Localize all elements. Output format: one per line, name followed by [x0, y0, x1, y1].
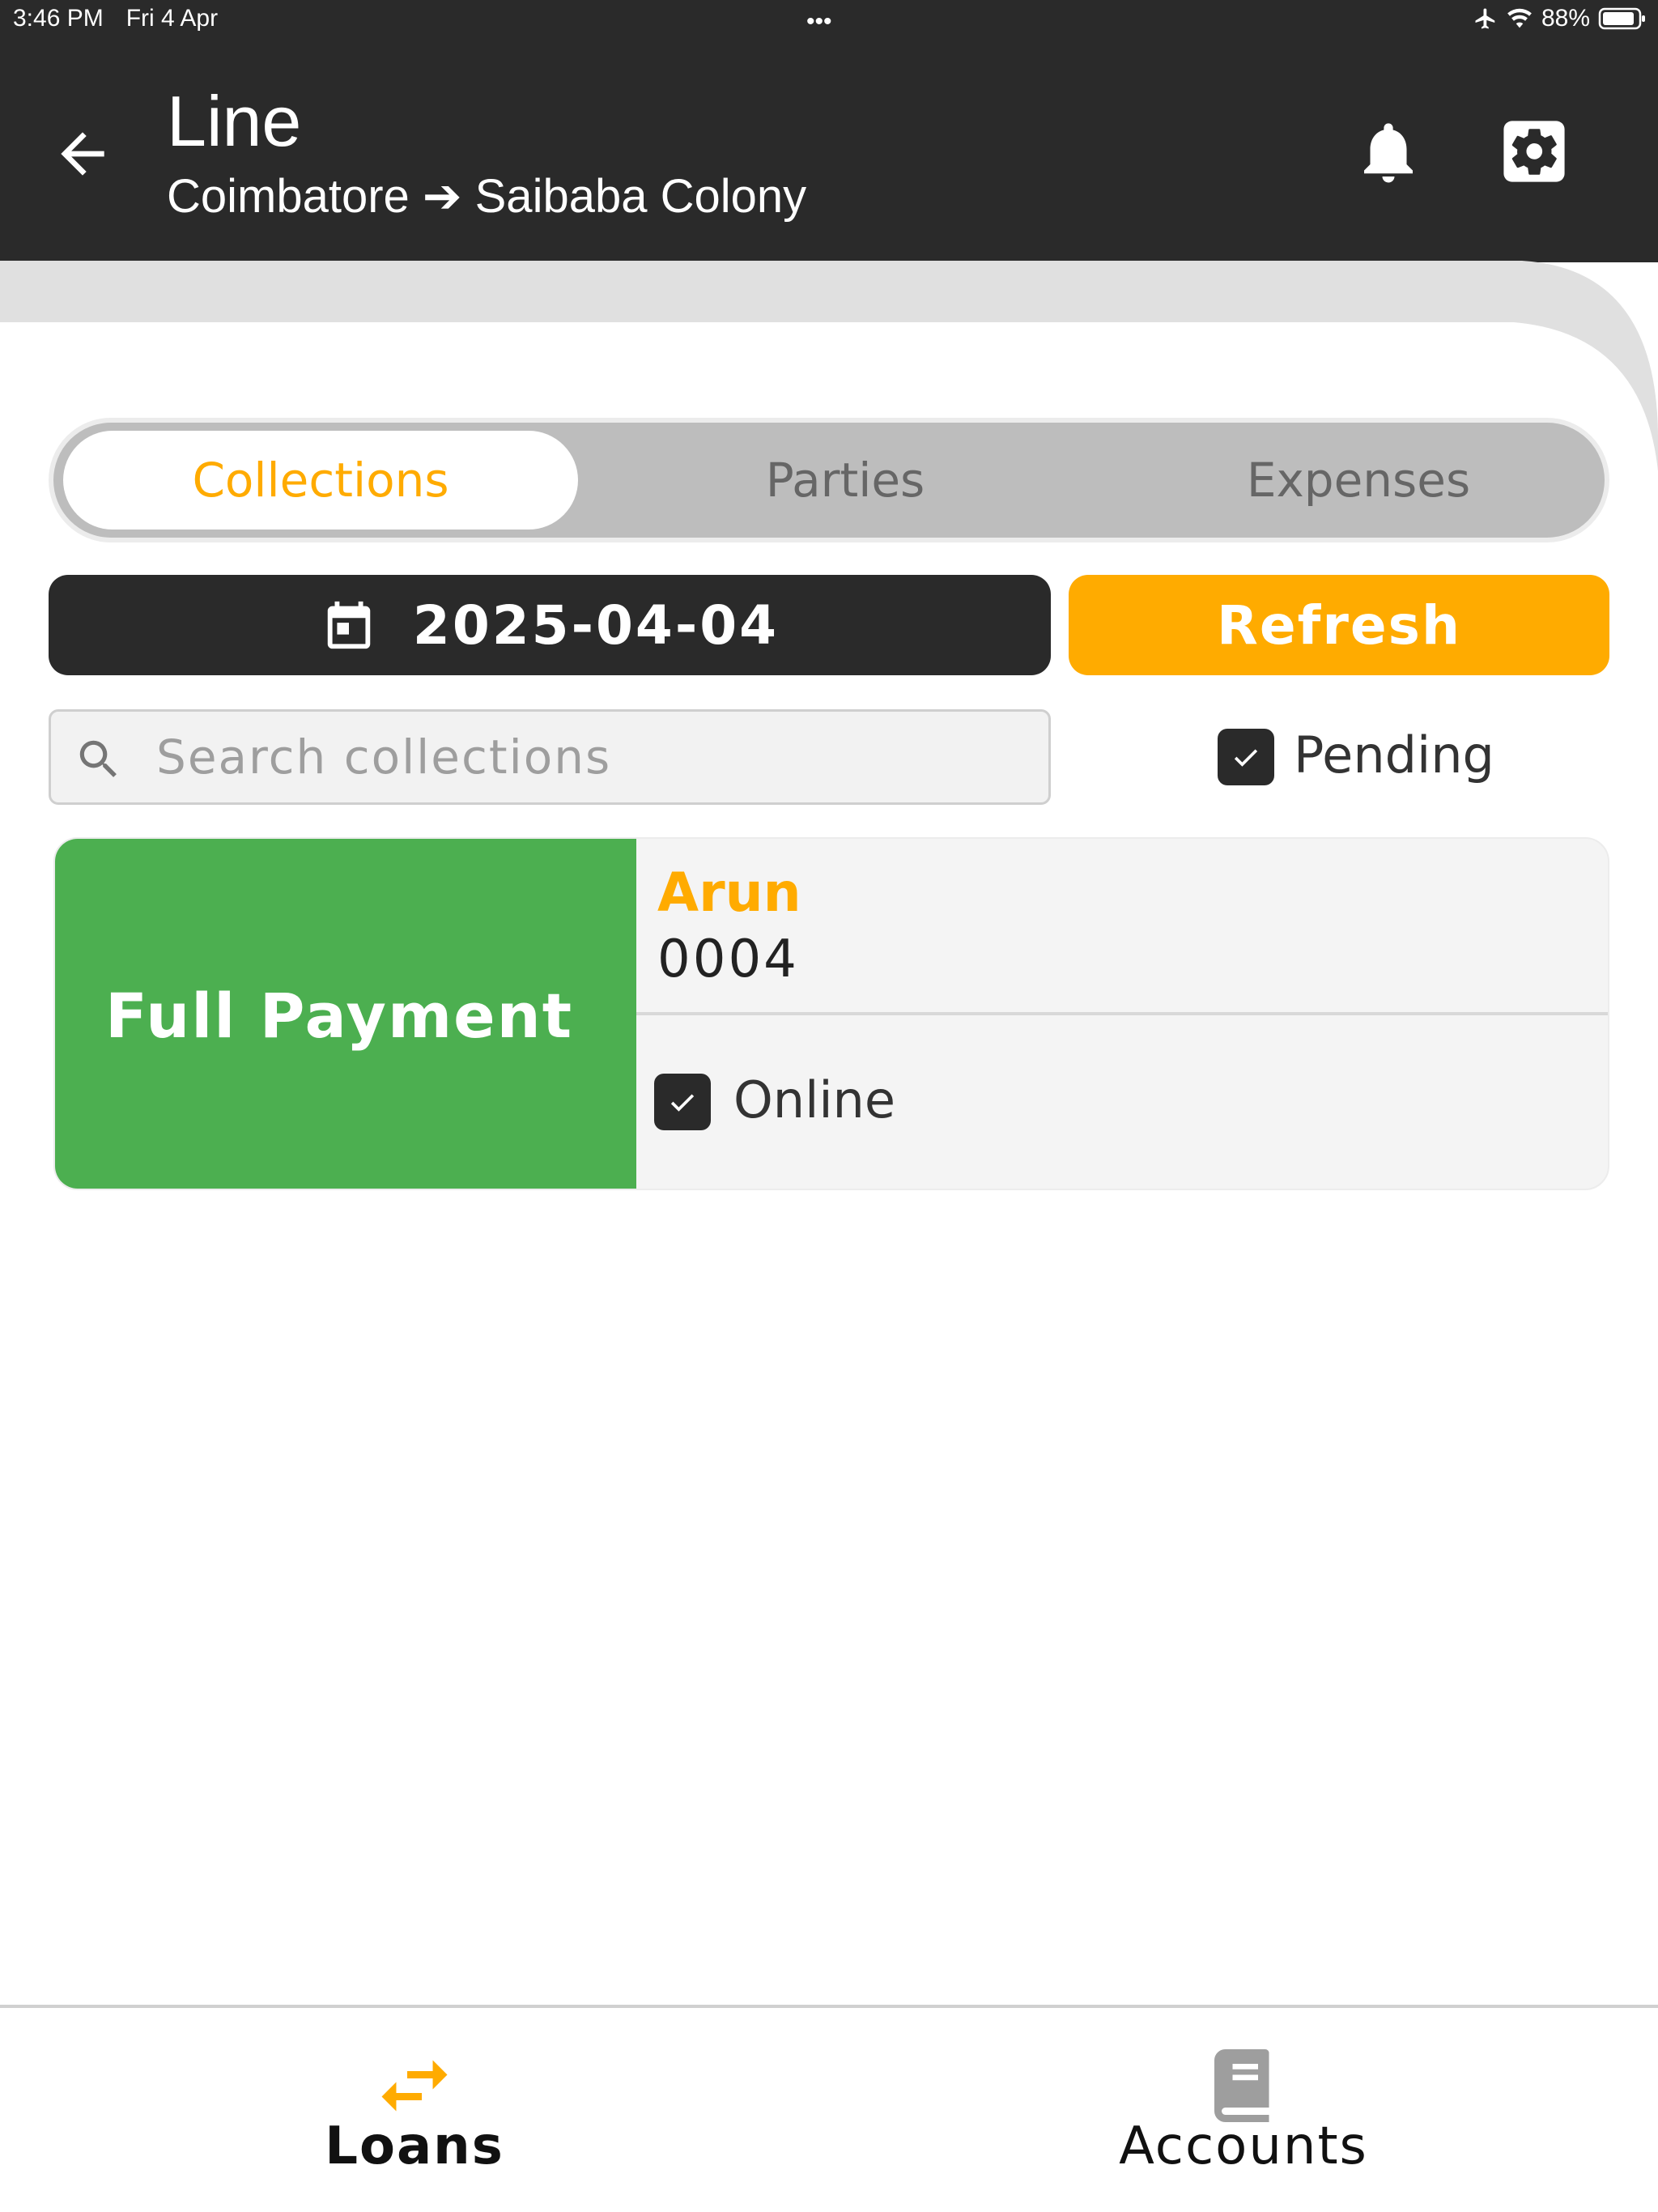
date-picker-button[interactable]: 2025-04-04: [49, 575, 1051, 675]
selected-date: 2025-04-04: [412, 593, 780, 657]
page-title: Line: [167, 81, 302, 161]
collection-card[interactable]: Full Payment Arun 0004 Online: [53, 837, 1609, 1190]
segment-tabs: Collections Parties Expenses: [49, 418, 1609, 542]
card-divider: [636, 1012, 1608, 1015]
online-checkbox[interactable]: [654, 1074, 711, 1130]
status-left: 3:46 PM Fri 4 Apr: [13, 5, 218, 32]
app-root: 3:46 PM Fri 4 Apr ••• 88% Line Coimbator…: [0, 0, 1658, 2212]
nav-item-accounts[interactable]: Accounts: [1001, 2008, 1486, 2212]
battery-icon: [1598, 7, 1645, 30]
status-bar: 3:46 PM Fri 4 Apr ••• 88%: [0, 0, 1658, 40]
online-label: Online: [733, 1070, 895, 1129]
search-input[interactable]: [156, 720, 1031, 794]
nav-label-accounts: Accounts: [1119, 2116, 1368, 2176]
tab-expenses[interactable]: Expenses: [1101, 431, 1616, 530]
pending-checkbox[interactable]: [1218, 729, 1274, 785]
loan-number: 0004: [657, 929, 799, 989]
route-subtitle: Coimbatore ➔ Saibaba Colony: [167, 170, 807, 223]
bottom-nav: Loans Accounts: [0, 2005, 1658, 2212]
tab-collections[interactable]: Collections: [63, 431, 578, 530]
search-box: [49, 709, 1051, 805]
nav-label-loans: Loans: [325, 2116, 504, 2176]
bell-icon[interactable]: [1352, 113, 1425, 191]
search-icon: [79, 740, 117, 777]
party-name: Arun: [657, 861, 801, 924]
calendar-icon: [327, 601, 371, 649]
pending-label: Pending: [1294, 725, 1494, 785]
gear-icon[interactable]: [1501, 118, 1567, 185]
refresh-button[interactable]: Refresh: [1069, 575, 1609, 675]
multitasking-dots[interactable]: •••: [806, 8, 832, 36]
status-time: 3:46 PM: [13, 5, 104, 32]
nav-item-loans[interactable]: Loans: [172, 2008, 657, 2212]
airplane-icon: [1475, 8, 1495, 29]
status-right: 88%: [1473, 5, 1647, 32]
payment-status-tag: Full Payment: [55, 839, 636, 1189]
tab-parties[interactable]: Parties: [588, 431, 1103, 530]
app-header: 3:46 PM Fri 4 Apr ••• 88% Line Coimbator…: [0, 0, 1658, 262]
arrow-left-icon[interactable]: [50, 121, 115, 186]
battery-percent: 88%: [1541, 5, 1590, 32]
status-date: Fri 4 Apr: [125, 5, 219, 32]
checkmark-icon: [670, 1094, 695, 1112]
wifi-icon: [1507, 8, 1532, 28]
checkmark-icon: [1234, 749, 1258, 767]
